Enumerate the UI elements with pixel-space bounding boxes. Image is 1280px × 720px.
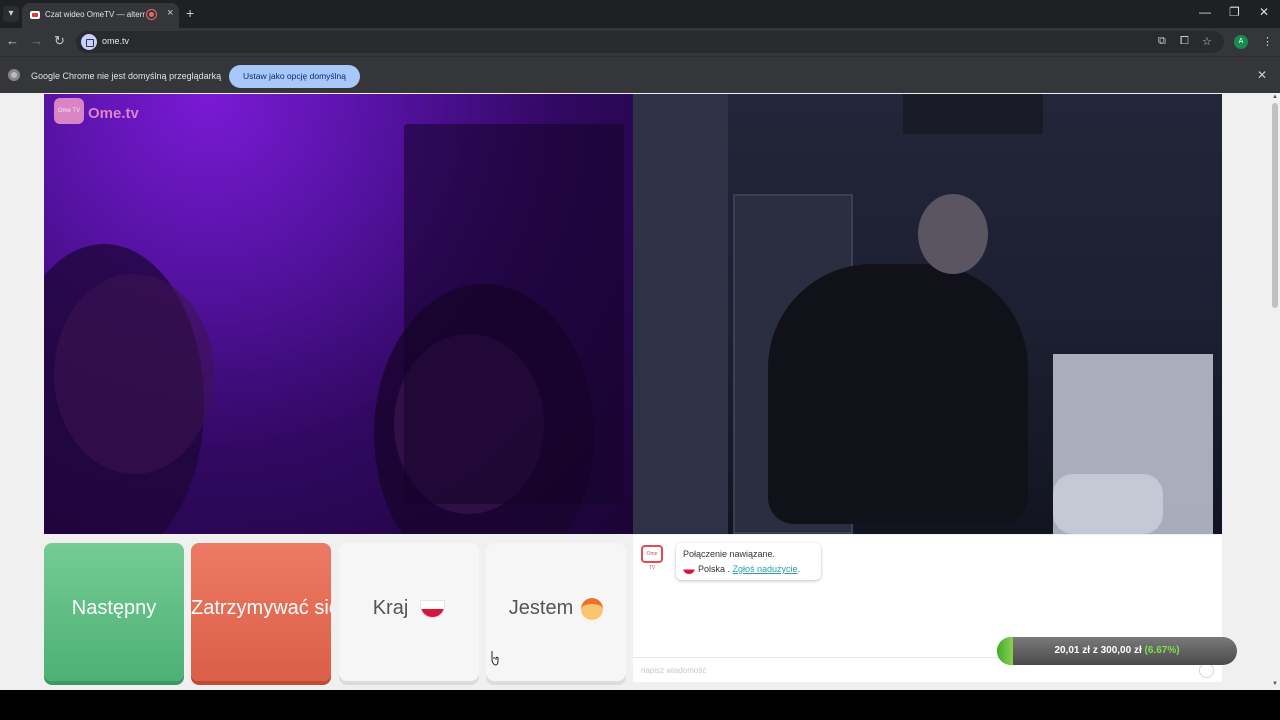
forward-button[interactable]: → — [30, 33, 43, 48]
report-suffix: . — [797, 564, 801, 574]
country-label: Kraj — [372, 597, 409, 619]
gender-button[interactable]: Jestem — [486, 543, 626, 681]
donation-goal-title: Na nową kamerkę — [1050, 615, 1160, 630]
recording-indicator-icon — [146, 9, 157, 20]
install-app-icon[interactable]: ⧉ — [1158, 35, 1166, 48]
system-message: Połączenie nawiązane. Polska . Zgłoś nad… — [676, 543, 821, 580]
donation-amount: 20,01 zł z 300,00 zł (6.67%) — [997, 645, 1237, 656]
set-default-button[interactable]: Ustaw jako opcję domyślną — [229, 65, 360, 88]
restore-button[interactable]: ❐ — [1229, 5, 1240, 19]
tab-ometv[interactable]: Czat wideo OmeTV — alternatywa × — [22, 3, 179, 28]
connection-status: Połączenie nawiązane. — [683, 549, 776, 559]
page-scrollbar[interactable]: ▲ ▼ — [1270, 93, 1280, 690]
chrome-logo-icon — [8, 69, 20, 81]
bookmark-star-icon[interactable]: ☆ — [1202, 35, 1212, 48]
poland-flag-icon — [420, 599, 446, 618]
ometv-favicon-icon — [30, 11, 40, 19]
report-abuse-link[interactable]: Zgłoś nadużycie — [733, 564, 798, 574]
next-label: Następny — [71, 597, 157, 619]
stop-label: Zatrzymywać się — [191, 597, 331, 619]
scroll-up-icon[interactable]: ▲ — [1272, 94, 1278, 100]
gender-label: Jestem — [508, 597, 574, 619]
site-info-icon[interactable] — [81, 34, 97, 50]
logo-text: Ome.tv — [88, 105, 139, 122]
country-button[interactable]: Kraj — [339, 543, 479, 681]
scroll-thumb[interactable] — [1272, 103, 1278, 308]
donation-goal: 300,00 zł — [1100, 645, 1142, 656]
profile-avatar[interactable]: A — [1234, 35, 1248, 49]
tab-close-icon[interactable]: × — [167, 7, 173, 19]
tab-title: Czat wideo OmeTV — alternatywa — [45, 10, 145, 19]
scroll-down-icon[interactable]: ▼ — [1272, 681, 1278, 687]
stranger-country: Polska . Zgłoś nadużycie. — [683, 564, 801, 575]
donation-current: 20,01 zł — [1054, 645, 1091, 656]
country-name: Polska . — [698, 564, 731, 574]
address-bar[interactable]: ome.tv — [76, 31, 1224, 53]
stop-button[interactable]: Zatrzymywać się — [191, 543, 331, 681]
default-browser-infobar: Google Chrome nie jest domyślną przegląd… — [0, 56, 1280, 93]
new-tab-button[interactable]: + — [186, 5, 194, 21]
menu-kebab-icon[interactable]: ⋮ — [1262, 35, 1273, 48]
taskbar-area — [0, 690, 1280, 720]
self-video — [633, 94, 1222, 534]
donation-percent: (6.67%) — [1144, 645, 1180, 656]
poland-flag-small-icon — [683, 565, 695, 575]
minimize-button[interactable]: — — [1199, 5, 1211, 19]
donation-progress-bar: 20,01 zł z 300,00 zł (6.67%) — [997, 637, 1237, 665]
hand-cursor-icon — [491, 651, 499, 666]
infobar-message: Google Chrome nie jest domyślną przegląd… — [31, 71, 222, 81]
boy-emoji-icon — [581, 597, 604, 620]
ometv-tv-icon: Ome TV — [54, 98, 84, 124]
translate-icon[interactable]: ⧠ — [1180, 35, 1189, 48]
ometv-chat-icon: Ome TV — [641, 545, 663, 571]
stranger-video — [44, 94, 633, 534]
browser-toolbar: ← → ↻ ome.tv ⧉ ⧠ ☆ ⋮ — [0, 28, 1280, 56]
reload-button[interactable]: ↻ — [54, 33, 65, 49]
url-text: ome.tv — [102, 36, 130, 46]
emoji-icon[interactable] — [1199, 663, 1214, 678]
next-button[interactable]: Następny — [44, 543, 184, 681]
donation-of: z — [1092, 645, 1098, 656]
message-placeholder: napisz wiadomość — [641, 666, 707, 675]
window-close-button[interactable]: ✕ — [1259, 5, 1269, 19]
tab-strip: ▾ Czat wideo OmeTV — alternatywa × + — ❐… — [0, 0, 1280, 28]
back-button[interactable]: ← — [6, 33, 19, 48]
infobar-close-icon[interactable]: ✕ — [1257, 68, 1267, 82]
tab-search-icon[interactable]: ▾ — [3, 6, 19, 22]
